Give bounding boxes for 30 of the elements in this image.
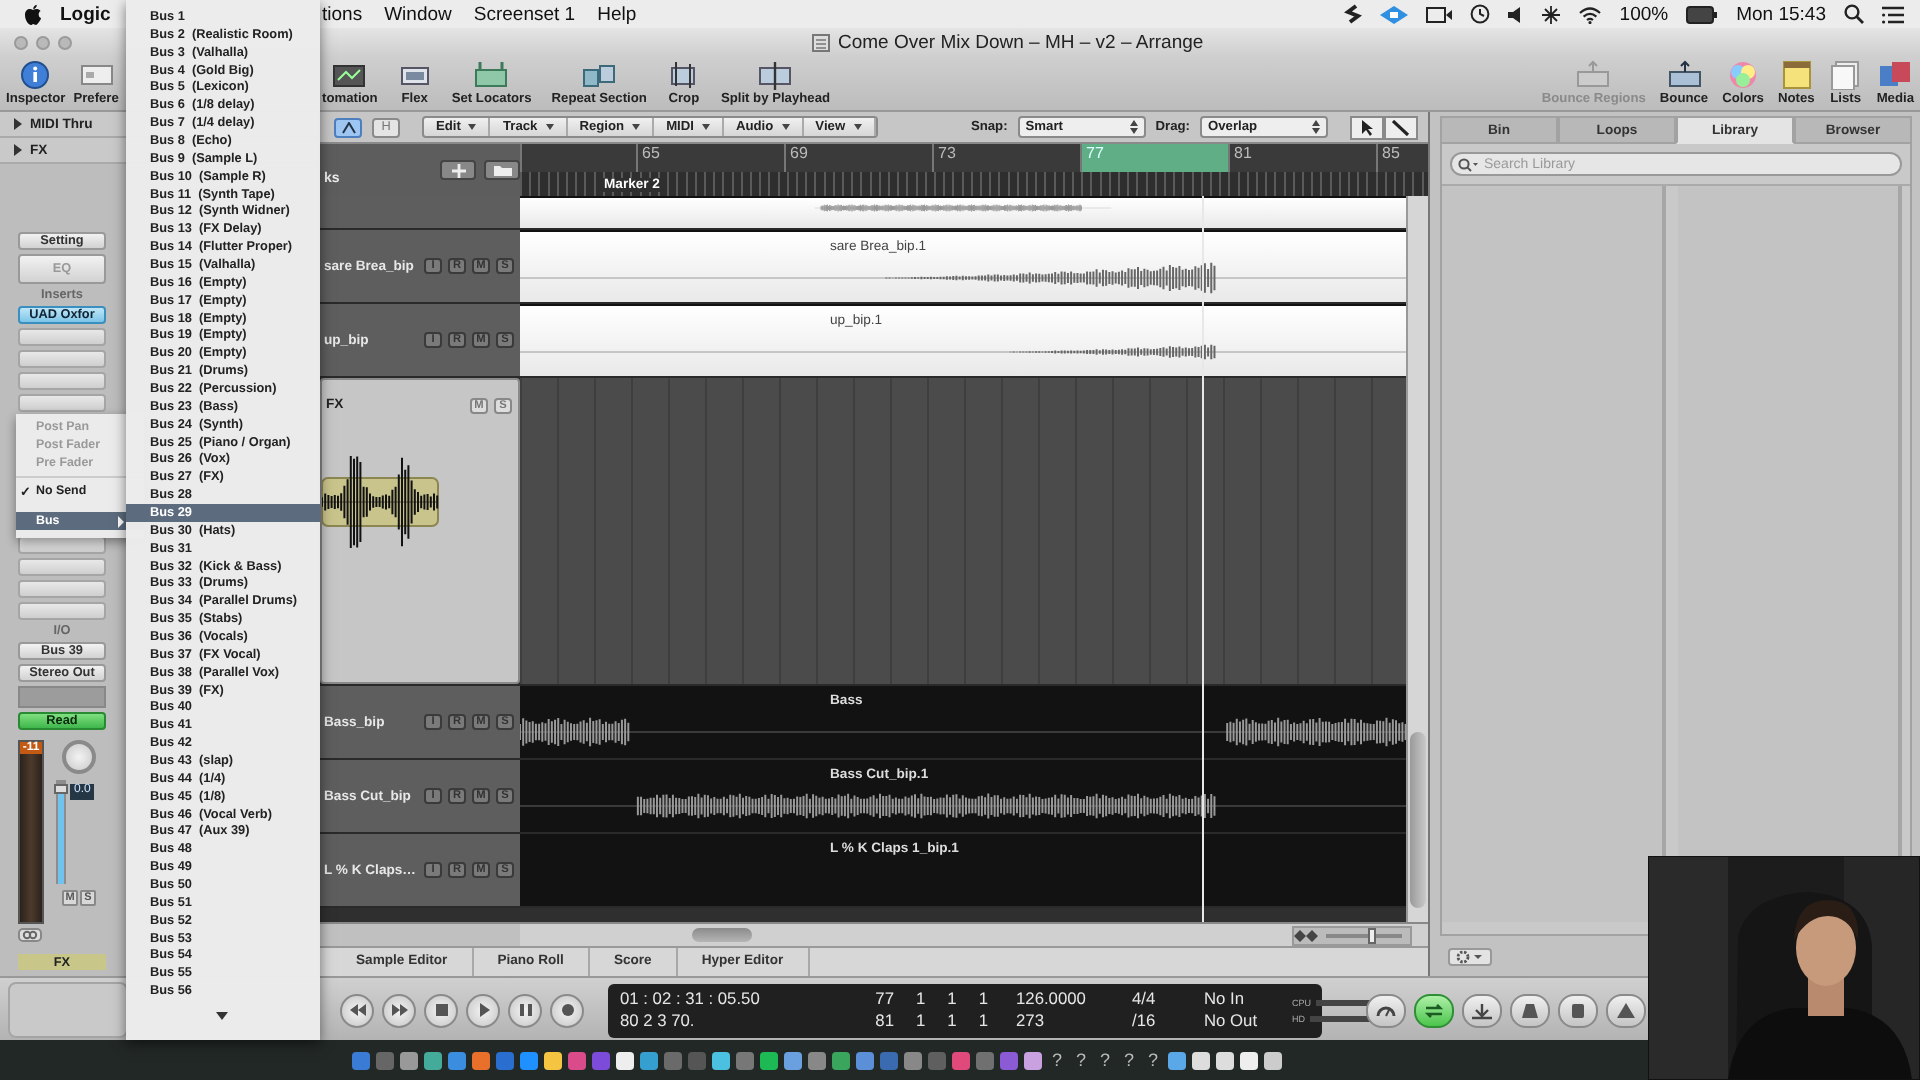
question-mark-icon[interactable]: ? (1096, 1050, 1114, 1070)
menu-title[interactable]: Screenset 1 (473, 3, 576, 25)
lcd-value: 126.0000 (1016, 988, 1088, 1010)
lcd-value: 1 (947, 988, 957, 1010)
lcd-value: 273 (1016, 1010, 1046, 1032)
lcd-value: 1 (947, 1010, 957, 1032)
lcd-value: No In (1204, 988, 1247, 1010)
menu-title[interactable]: Logic (60, 3, 111, 25)
lcd-value: 77 (875, 988, 894, 1010)
lcd-value: No Out (1204, 1010, 1260, 1032)
menu-bar-clock[interactable]: Mon 15:43 (1736, 3, 1826, 25)
question-mark-icon[interactable]: ? (1144, 1050, 1162, 1070)
menu-title[interactable]: Window (384, 3, 452, 25)
battery-percent: 100% (1619, 3, 1669, 25)
menu-title[interactable]: Help (597, 3, 637, 25)
lcd-value: 01 : 02 : 31 : 05.50 (620, 988, 762, 1010)
lcd-value: 81 (875, 1010, 894, 1032)
window-title: Come Over Mix Down – MH – v2 – Arrange (838, 31, 1204, 53)
menu-title[interactable]: tions (322, 3, 363, 25)
question-mark-icon[interactable]: ? (1120, 1050, 1138, 1070)
lcd-value: 1 (978, 1010, 988, 1032)
lcd-value: 1 (915, 1010, 926, 1032)
lcd-value: 1 (915, 988, 926, 1010)
bar-number: 77 (1080, 144, 1228, 172)
question-mark-icon[interactable]: ? (1072, 1050, 1090, 1070)
lcd-value: 1 (978, 988, 988, 1010)
question-mark-icon[interactable]: ? (1048, 1050, 1066, 1070)
lcd-value: 80 2 3 70. (620, 1010, 697, 1032)
lcd-value: /16 (1132, 1010, 1158, 1032)
lcd-value: 4/4 (1132, 988, 1158, 1010)
